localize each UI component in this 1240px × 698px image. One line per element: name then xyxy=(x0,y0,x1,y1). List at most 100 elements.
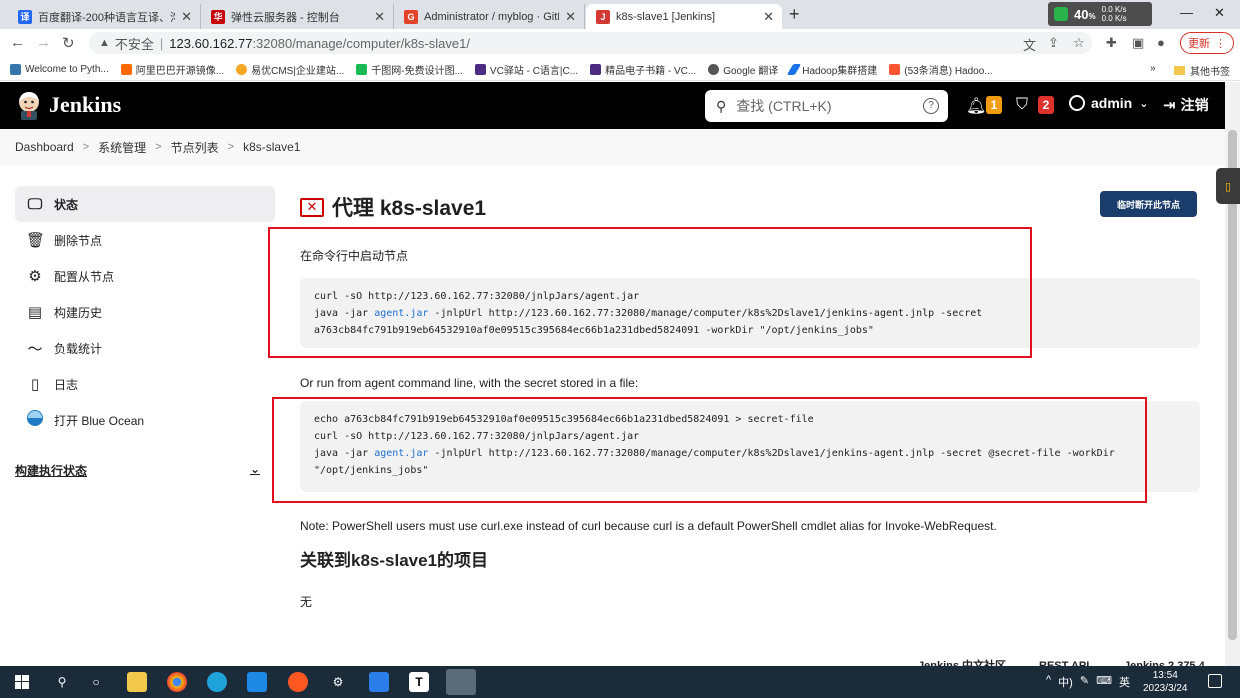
sidebar-item-log[interactable]: ▯ 日志 xyxy=(15,366,275,402)
bookmark-python[interactable]: Welcome to Pyth... xyxy=(10,63,109,75)
update-button[interactable]: 更新 ⋮ xyxy=(1180,32,1234,54)
browser-tab-gitlab[interactable]: G Administrator / myblog · GitLa ✕ xyxy=(394,4,585,29)
share-icon[interactable]: ⇪ xyxy=(1048,35,1059,51)
bookmark-google-translate[interactable]: Google 翻译 xyxy=(708,62,778,77)
scrollbar-thumb[interactable] xyxy=(1228,130,1237,640)
bookmark-eyoucms[interactable]: 易优CMS|企业建站... xyxy=(236,62,344,77)
disconnect-node-button[interactable]: 临时断开此节点 xyxy=(1100,191,1197,217)
folder-icon xyxy=(1174,66,1185,75)
breadcrumb-nodes[interactable]: 节点列表 xyxy=(171,139,219,156)
side-panel-icon[interactable]: ▣ xyxy=(1132,35,1144,51)
close-icon[interactable]: ✕ xyxy=(374,9,385,25)
clock-date: 2023/3/24 xyxy=(1143,683,1188,694)
close-icon[interactable]: ✕ xyxy=(763,9,774,25)
tray-expand-icon[interactable]: ^ xyxy=(1046,674,1051,690)
sidebar-item-delete-node[interactable]: 🗑︎ 删除节点 xyxy=(15,222,275,258)
keyboard-icon[interactable]: ⌨ xyxy=(1096,674,1112,690)
other-bookmarks-folder[interactable]: 其他书签 xyxy=(1174,63,1230,78)
widget-percent: 40% xyxy=(1074,6,1096,22)
search-input[interactable]: ⚲ 查找 (CTRL+K) ? xyxy=(705,90,948,122)
reload-icon[interactable]: ↻ xyxy=(62,34,75,52)
forward-icon[interactable]: → xyxy=(36,34,51,51)
breadcrumb-manage[interactable]: 系统管理 xyxy=(98,139,146,156)
bookmarks-more-button[interactable]: » xyxy=(1150,63,1156,74)
notification-center-icon[interactable] xyxy=(1208,674,1222,688)
logout-icon: ⇥ xyxy=(1163,97,1176,114)
close-window-button[interactable]: ✕ xyxy=(1214,5,1225,21)
browser-address-bar: ← → ↻ ▲ 不安全 | 123.60.162.77:32080/manage… xyxy=(0,29,1240,58)
bookmark-dotcpp[interactable]: VC驿站 - C语言|C... xyxy=(474,62,578,77)
minimize-button[interactable]: — xyxy=(1180,5,1193,20)
bell-icon[interactable]: 🔔︎ xyxy=(966,96,986,116)
chrome-icon[interactable] xyxy=(167,672,187,692)
sidebar-item-build-history[interactable]: ▤ 构建历史 xyxy=(15,294,275,330)
jenkins-logo-icon[interactable] xyxy=(15,90,43,120)
bookmark-csdn[interactable]: (53条消息) Hadoo... xyxy=(889,62,993,77)
close-icon[interactable]: ✕ xyxy=(181,9,192,25)
user-menu[interactable]: admin ⌄ xyxy=(1069,95,1148,111)
jenkins-title[interactable]: Jenkins xyxy=(49,92,121,118)
huawei-icon: 华 xyxy=(211,9,225,24)
sidebar-item-load-stats[interactable]: 〜 负载统计 xyxy=(15,330,275,366)
globe-icon xyxy=(708,63,720,75)
edge-icon[interactable] xyxy=(207,672,227,692)
sidebar-item-label: 打开 Blue Ocean xyxy=(54,413,145,428)
app-icon[interactable] xyxy=(247,672,267,692)
active-app-icon[interactable] xyxy=(446,669,476,695)
footer-rest-api-link[interactable]: REST API xyxy=(1039,659,1089,666)
extensions-icon[interactable]: ✚ xyxy=(1106,35,1117,51)
sidebar-item-blue-ocean[interactable]: 打开 Blue Ocean xyxy=(15,402,275,438)
close-icon[interactable]: ✕ xyxy=(565,9,576,25)
bookmark-58pic[interactable]: 千图网-免费设计图... xyxy=(356,62,463,77)
dotcpp-icon xyxy=(474,63,486,75)
breadcrumb-current-node[interactable]: k8s-slave1 xyxy=(243,140,300,154)
back-icon[interactable]: ← xyxy=(10,34,25,51)
bookmark-star-icon[interactable]: ☆ xyxy=(1073,35,1085,51)
chevron-right-icon: > xyxy=(227,141,235,153)
browser-tab-baidu-translate[interactable]: 译 百度翻译-200种语言互译、沟通 ✕ xyxy=(8,4,201,29)
notification-badge[interactable]: 1 xyxy=(986,96,1002,114)
widget-speed: 0.0 K/s 0.0 K/s xyxy=(1101,5,1127,23)
chevron-right-icon: > xyxy=(155,141,162,153)
annotation-box xyxy=(268,227,1032,358)
app-icon[interactable] xyxy=(369,672,389,692)
sidebar-item-configure[interactable]: ⚙︎ 配置从节点 xyxy=(15,258,275,294)
ime-indicator[interactable]: 英 xyxy=(1119,674,1130,690)
network-speed-widget[interactable]: 40% 0.0 K/s 0.0 K/s xyxy=(1048,2,1152,26)
bookmark-ebooks[interactable]: 精品电子书籍 - VC... xyxy=(590,62,696,77)
disconnected-computer-icon: ✕ xyxy=(300,197,324,217)
security-label: 不安全 xyxy=(114,36,154,52)
settings-gear-icon[interactable]: ⚙ xyxy=(328,672,348,692)
bookmark-hadoop[interactable]: Hadoop集群搭建 xyxy=(787,62,877,77)
task-view-icon[interactable]: ○ xyxy=(86,672,106,692)
app-icon[interactable] xyxy=(288,672,308,692)
warning-icon: ▲ xyxy=(99,37,110,49)
search-icon[interactable]: ⚲ xyxy=(52,672,72,692)
url-host: 123.60.162.77 xyxy=(169,35,253,51)
profile-icon[interactable]: ● xyxy=(1157,35,1165,50)
volume-icon[interactable]: 中) xyxy=(1058,674,1073,690)
logout-button[interactable]: ⇥ 注销 xyxy=(1163,95,1209,115)
footer-version[interactable]: Jenkins 2.375.4 xyxy=(1124,659,1205,666)
sidebar-item-status[interactable]: 🖵︎ 状态 xyxy=(15,186,275,222)
tab-title: 弹性云服务器 - 控制台 xyxy=(231,11,340,24)
file-explorer-icon[interactable] xyxy=(127,672,147,692)
pen-icon[interactable]: ✎ xyxy=(1080,674,1089,690)
shield-icon[interactable]: ⛉ xyxy=(1016,96,1028,114)
translate-icon[interactable]: 文 xyxy=(1023,35,1036,54)
security-badge[interactable]: 2 xyxy=(1038,96,1054,114)
new-tab-button[interactable]: + xyxy=(789,4,800,25)
browser-tab-jenkins[interactable]: J k8s-slave1 [Jenkins] ✕ xyxy=(586,4,782,29)
url-field[interactable]: ▲ 不安全 | 123.60.162.77:32080/manage/compu… xyxy=(89,32,1092,54)
windows-start-icon[interactable] xyxy=(12,672,32,692)
browser-tab-huawei-cloud[interactable]: 华 弹性云服务器 - 控制台 ✕ xyxy=(201,4,394,29)
bookmark-aliyun-mirror[interactable]: 阿里巴巴开源镜像... xyxy=(120,62,224,77)
footer-community-link[interactable]: Jenkins 中文社区 xyxy=(918,659,1006,666)
sidebar-item-label: 构建历史 xyxy=(54,305,103,320)
help-icon[interactable]: ? xyxy=(923,98,939,114)
typora-icon[interactable]: T xyxy=(409,672,429,692)
clock[interactable]: 13:54 2023/3/24 xyxy=(1143,669,1188,695)
floating-extension-icon[interactable]: ▯ xyxy=(1216,168,1240,204)
breadcrumb-dashboard[interactable]: Dashboard xyxy=(15,140,74,154)
executor-status-toggle[interactable]: 构建执行状态 ⌄ xyxy=(15,462,260,479)
